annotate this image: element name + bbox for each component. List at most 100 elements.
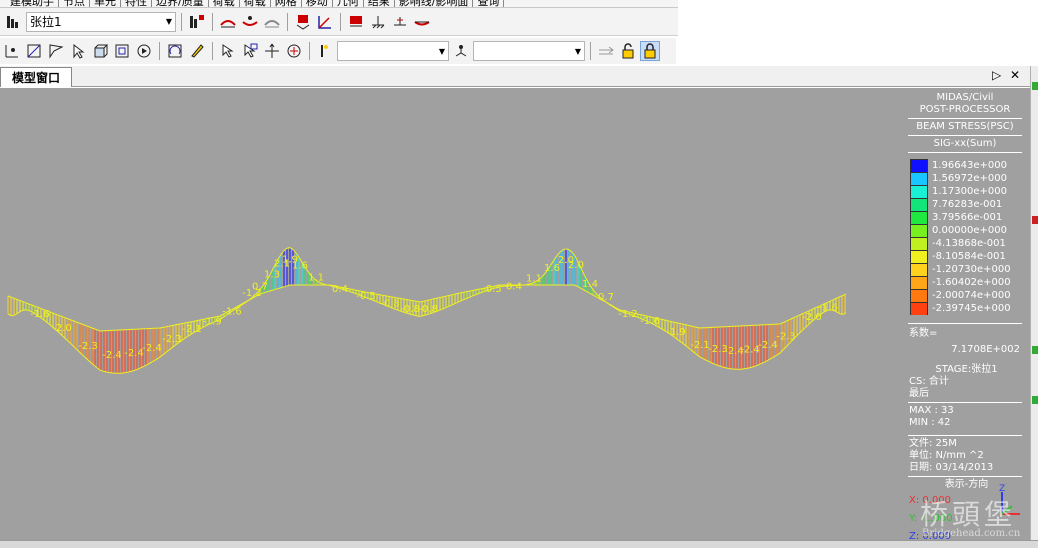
stress-value-label: -2.4 [124, 348, 144, 359]
stress-value-label: -1.6 [640, 316, 660, 327]
stress-value-label: -2.3 [162, 334, 182, 345]
legend-program: MIDAS/Civil [936, 92, 994, 103]
menu-item[interactable]: 几何 [333, 0, 364, 7]
panel-icon[interactable] [1032, 346, 1038, 354]
results-icon[interactable] [293, 12, 313, 32]
panel-icon[interactable] [1032, 82, 1038, 90]
info-icon[interactable] [315, 41, 335, 61]
select-icon[interactable] [68, 41, 88, 61]
grid-icon[interactable] [187, 12, 207, 32]
pen-icon[interactable] [187, 41, 207, 61]
legend-date: 日期: 03/14/2013 [909, 462, 994, 473]
stage-select-value: 张拉1 [30, 15, 62, 29]
zoom-icon[interactable] [218, 41, 238, 61]
scale-row: 1.96643e+000 [906, 159, 1024, 172]
separator [309, 42, 310, 60]
stress-value-label: -2.4 [102, 350, 122, 361]
box-select-icon[interactable] [24, 41, 44, 61]
panel-icon[interactable] [1032, 216, 1038, 224]
scale-row: -2.00074e+000 [906, 289, 1024, 302]
scale-row: -2.39745e+000 [906, 302, 1024, 315]
axis-icon[interactable] [315, 12, 335, 32]
result-legend: MIDAS/Civil POST-PROCESSOR BEAM STRESS(P… [906, 92, 1024, 540]
watermark-text: 桥頭堡 [920, 498, 1017, 531]
pan-icon[interactable] [262, 41, 282, 61]
menu-item[interactable]: 建模助手 [6, 0, 59, 7]
scale-swatch [910, 211, 928, 224]
scale-value: 1.96643e+000 [932, 160, 1007, 171]
scale-swatch [910, 250, 928, 263]
stress-value-label: -2.4 [142, 343, 162, 354]
close-icon[interactable]: ✕ [1010, 68, 1020, 82]
menu-item[interactable]: 结果 [364, 0, 395, 7]
tab-model-window[interactable]: 模型窗口 [0, 67, 72, 87]
separator [340, 12, 341, 31]
unlock-icon[interactable] [618, 41, 638, 61]
stress-value-label: -1.6 [818, 303, 838, 314]
bridge-icon[interactable] [218, 12, 238, 32]
support-icon[interactable] [346, 12, 366, 32]
menu-item[interactable]: 影响线/影响面 [395, 0, 474, 7]
scale-value: 7.76283e-001 [932, 199, 1003, 210]
scale-value: -8.10584e-001 [932, 251, 1006, 262]
panel-icon[interactable] [1032, 396, 1038, 404]
menu-item[interactable]: 节点 [59, 0, 90, 7]
model-viewport[interactable]: -1.6 -2.0 -2.3 -2.4 -2.4 -2.4 -2.3 -2.1 -1.9 -1.6… [0, 88, 1030, 540]
scale-row: -4.13868e-001 [906, 237, 1024, 250]
bone-icon[interactable] [451, 41, 471, 61]
legend-cs: CS: 合计 [909, 376, 949, 387]
tab-scroll-right-icon[interactable]: ▷ [992, 68, 1001, 82]
stage-icon[interactable] [4, 12, 24, 32]
legend-factor-value: 7.1708E+002 [951, 344, 1020, 355]
scale-value: -2.39745e+000 [932, 303, 1011, 314]
stress-value-label: 0.7 [252, 281, 268, 292]
deform-icon[interactable] [412, 12, 432, 32]
scale-value: 1.56972e+000 [932, 173, 1007, 184]
separator [212, 12, 213, 31]
moving-load-icon[interactable] [240, 12, 260, 32]
ruler-icon[interactable] [596, 41, 616, 61]
menu-item[interactable]: 荷载 [209, 0, 240, 7]
menu-item[interactable]: 单元 [90, 0, 121, 7]
stage-select[interactable]: 张拉1 ▼ [26, 11, 176, 32]
menu-item[interactable]: 特性 [121, 0, 152, 7]
legend-max: MAX : 33 [909, 405, 954, 416]
menu-item[interactable]: 网格 [271, 0, 302, 7]
menu-item[interactable]: 荷载 [240, 0, 271, 7]
target-icon[interactable] [134, 41, 154, 61]
orbit-icon[interactable] [284, 41, 304, 61]
scale-swatch [910, 276, 928, 289]
stress-value-label: -1.9 [202, 317, 222, 328]
display-combo-1[interactable]: ▼ [337, 41, 449, 61]
scale-row: 1.17300e+000 [906, 185, 1024, 198]
cube-icon[interactable] [90, 41, 110, 61]
stress-value-label: -1.2 [618, 309, 638, 320]
scale-swatch [910, 198, 928, 211]
scale-value: 1.17300e+000 [932, 186, 1007, 197]
color-scale: 1.96643e+000 1.56972e+000 1.17300e+000 7.76… [906, 159, 1024, 315]
stress-value-label: -0.8 [400, 304, 420, 315]
influence-icon[interactable] [262, 12, 282, 32]
hatch-icon[interactable] [368, 12, 388, 32]
scale-row: 3.79566e-001 [906, 211, 1024, 224]
separator [590, 42, 591, 60]
node-icon[interactable] [2, 41, 22, 61]
scale-row: 0.00000e+000 [906, 224, 1024, 237]
rotate-icon[interactable] [165, 41, 185, 61]
lock-icon[interactable] [640, 41, 660, 61]
scale-swatch [910, 172, 928, 185]
scale-swatch [910, 159, 928, 172]
display-combo-2[interactable]: ▼ [473, 41, 585, 61]
poly-select-icon[interactable] [46, 41, 66, 61]
scale-row: -8.10584e-001 [906, 250, 1024, 263]
menu-item[interactable]: 查询 [473, 0, 505, 7]
toolbar-row-1: 张拉1 ▼ [0, 8, 678, 36]
legend-module: POST-PROCESSOR [919, 104, 1011, 115]
frame-icon[interactable] [112, 41, 132, 61]
pin-icon[interactable] [390, 12, 410, 32]
zoom-window-icon[interactable] [240, 41, 260, 61]
stress-value-label: 1.1 [526, 274, 542, 285]
separator [212, 42, 213, 60]
menu-item[interactable]: 移动 [302, 0, 333, 7]
menu-item[interactable]: 边界/质量 [152, 0, 209, 7]
